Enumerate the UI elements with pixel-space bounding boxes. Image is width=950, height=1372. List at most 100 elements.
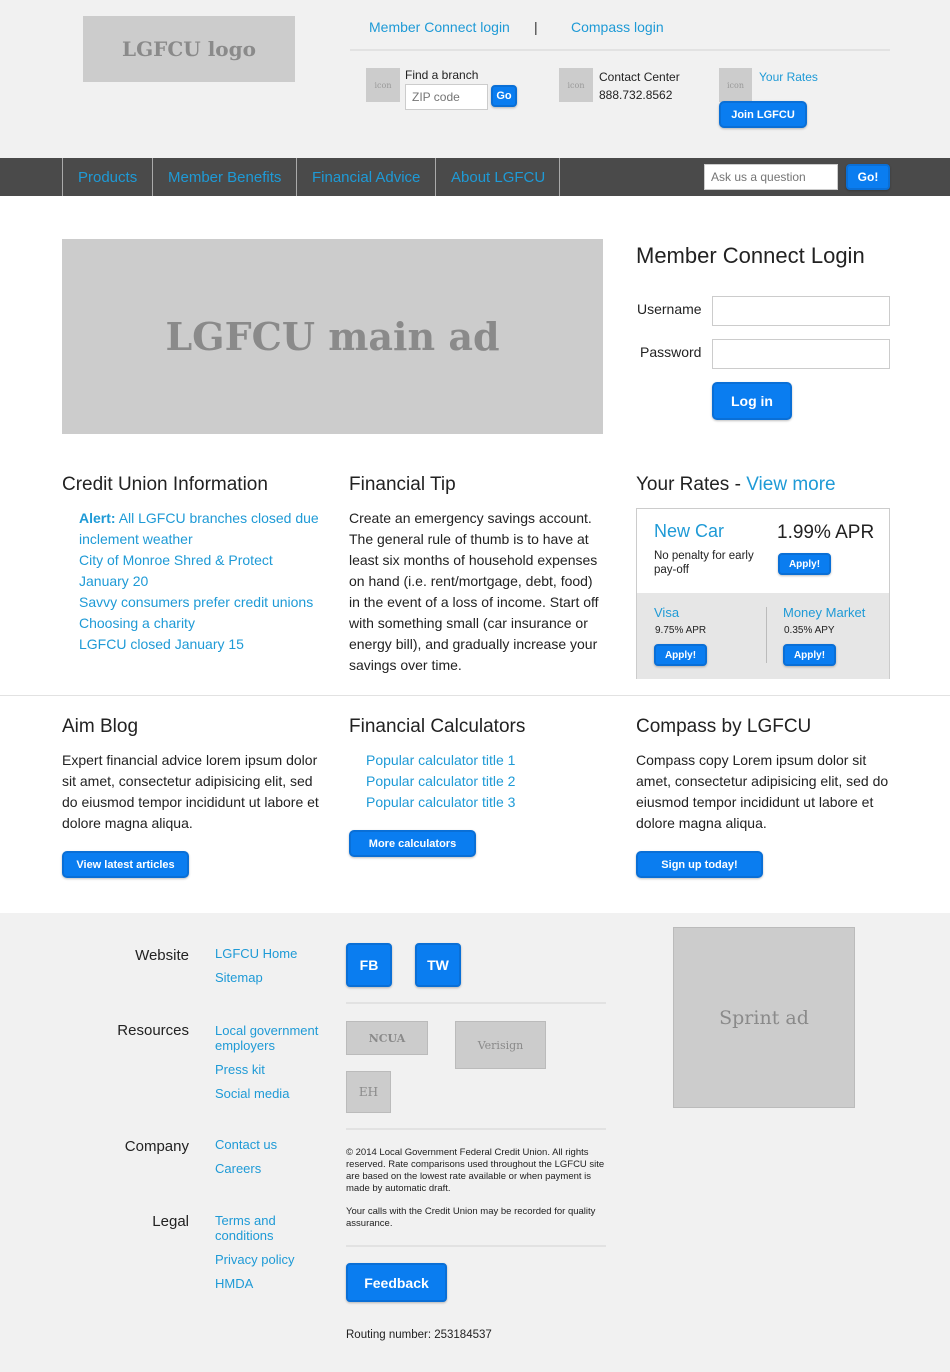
footer-link-terms[interactable]: Terms and conditions: [215, 1213, 300, 1243]
footer-link-social-media[interactable]: Social media: [215, 1086, 325, 1101]
branch-icon: icon: [366, 68, 400, 102]
credit-union-info-title: Credit Union Information: [62, 474, 268, 495]
sprint-ad[interactable]: Sprint ad: [673, 927, 855, 1108]
footer-link-press-kit[interactable]: Press kit: [215, 1062, 325, 1077]
nav-products[interactable]: Products: [62, 158, 153, 196]
main-ad-text: LGFCU main ad: [165, 314, 500, 359]
footer-rule: [346, 1128, 606, 1130]
verisign-badge: Verisign: [455, 1021, 546, 1069]
more-calculators-button[interactable]: More calculators: [349, 830, 476, 857]
footer-link-sitemap[interactable]: Sitemap: [215, 970, 325, 985]
rates-icon: icon: [719, 68, 752, 102]
nav-member-benefits[interactable]: Member Benefits: [152, 158, 296, 196]
calculators-list: Popular calculator title 1 Popular calcu…: [366, 750, 586, 813]
find-branch-label: Find a branch: [405, 68, 479, 82]
news-link[interactable]: Savvy consumers prefer credit unions: [79, 592, 319, 613]
featured-rate-value: 1.99% APR: [777, 522, 875, 543]
username-field[interactable]: [712, 296, 890, 326]
equal-housing-badge: EH: [346, 1071, 391, 1113]
lgfcu-logo[interactable]: LGFCU logo: [83, 16, 295, 82]
footer-link-hmda[interactable]: HMDA: [215, 1276, 300, 1291]
footer-rule: [346, 1245, 606, 1247]
rates-card: New Car 1.99% APR No penalty for early p…: [636, 508, 890, 679]
top-login-links: Member Connect login | Compass login: [350, 18, 890, 51]
compass-text: Compass copy Lorem ipsum dolor sit amet,…: [636, 752, 889, 831]
money-market-rate-value: 0.35% APY: [784, 625, 835, 636]
calls-recorded-note: Your calls with the Credit Union may be …: [346, 1206, 596, 1229]
routing-number: Routing number: 253184537: [346, 1329, 492, 1341]
feedback-button[interactable]: Feedback: [346, 1263, 447, 1302]
aim-blog-text: Expert financial advice lorem ipsum dolo…: [62, 752, 319, 831]
calculator-link[interactable]: Popular calculator title 1: [366, 750, 586, 771]
visa-rate-name[interactable]: Visa: [654, 605, 679, 620]
site-footer: Website LGFCU Home Sitemap Resources Loc…: [0, 913, 950, 1372]
sprint-ad-text: Sprint ad: [719, 1006, 809, 1029]
sign-up-today-button[interactable]: Sign up today!: [636, 851, 763, 878]
credit-union-news-list: Alert: All LGFCU branches closed due inc…: [79, 508, 319, 655]
nav-about-lgfcu[interactable]: About LGFCU: [435, 158, 559, 196]
nav-financial-advice[interactable]: Financial Advice: [296, 158, 435, 196]
twitter-button[interactable]: TW: [415, 943, 461, 987]
footer-link-careers[interactable]: Careers: [215, 1161, 325, 1176]
footer-link-home[interactable]: LGFCU Home: [215, 946, 325, 961]
verisign-badge-text: Verisign: [477, 1038, 524, 1052]
calculator-link[interactable]: Popular calculator title 2: [366, 771, 586, 792]
copyright-text: © 2014 Local Government Federal Credit U…: [346, 1147, 605, 1194]
ask-go-button[interactable]: Go!: [846, 164, 890, 190]
phone-icon: icon: [559, 68, 593, 102]
footer-legal-links: Terms and conditions Privacy policy HMDA: [215, 1213, 300, 1291]
footer-link-contact[interactable]: Contact us: [215, 1137, 325, 1152]
apply-money-market-button[interactable]: Apply!: [783, 644, 836, 666]
compass-title: Compass by LGFCU: [636, 716, 812, 737]
secondary-rates: Visa 9.75% APR Apply! Money Market 0.35%…: [637, 593, 889, 679]
zip-code-input[interactable]: [405, 84, 488, 110]
money-market-rate-name[interactable]: Money Market: [783, 605, 865, 620]
username-label: Username: [637, 301, 702, 317]
password-label: Password: [640, 344, 702, 360]
footer-rule: [346, 1002, 606, 1004]
main-ad-banner[interactable]: LGFCU main ad: [62, 239, 603, 434]
financial-tip-title: Financial Tip: [349, 474, 456, 495]
rates-divider: [766, 607, 767, 663]
visa-rate-value: 9.75% APR: [655, 625, 707, 636]
footer-link-employers[interactable]: Local government employers: [215, 1023, 325, 1053]
logo-placeholder-text: LGFCU logo: [122, 37, 256, 61]
apply-new-car-button[interactable]: Apply!: [778, 553, 831, 575]
featured-rate-note: No penalty for early pay-off: [654, 550, 754, 576]
join-lgfcu-button[interactable]: Join LGFCU: [719, 101, 807, 128]
featured-rate-name[interactable]: New Car: [654, 521, 724, 542]
list-item[interactable]: Alert: All LGFCU branches closed due inc…: [79, 508, 319, 550]
eh-badge-text: EH: [358, 1085, 379, 1099]
footer-resources-links: Local government employers Press kit Soc…: [215, 1023, 325, 1101]
ask-question-input[interactable]: [704, 164, 838, 190]
zip-go-button[interactable]: Go: [491, 85, 517, 107]
ncua-badge-text: NCUA: [368, 1031, 406, 1045]
calculators-title: Financial Calculators: [349, 716, 526, 737]
financial-tip-text: Create an emergency savings account. The…: [349, 510, 599, 673]
news-link[interactable]: City of Monroe Shred & Protect January 2…: [79, 550, 319, 592]
view-more-rates-link[interactable]: View more: [746, 474, 835, 495]
link-separator: |: [534, 19, 538, 35]
login-button[interactable]: Log in: [712, 382, 792, 420]
news-link[interactable]: Choosing a charity: [79, 613, 319, 634]
apply-visa-button[interactable]: Apply!: [654, 644, 707, 666]
member-connect-login-link[interactable]: Member Connect login: [369, 19, 510, 35]
nav-divider: [559, 158, 560, 196]
ncua-badge: NCUA: [346, 1021, 428, 1055]
footer-company-heading: Company: [124, 1138, 189, 1155]
view-latest-articles-button[interactable]: View latest articles: [62, 851, 189, 878]
compass-login-link[interactable]: Compass login: [571, 19, 664, 35]
rates-title-text: Your Rates -: [636, 474, 741, 495]
alert-prefix: Alert:: [79, 510, 116, 526]
calculator-link[interactable]: Popular calculator title 3: [366, 792, 586, 813]
footer-link-privacy[interactable]: Privacy policy: [215, 1252, 300, 1267]
your-rates-link[interactable]: Your Rates: [759, 70, 818, 84]
rates-title: Your Rates - View more: [636, 474, 836, 496]
featured-rate: New Car 1.99% APR No penalty for early p…: [637, 509, 889, 593]
news-link[interactable]: LGFCU closed January 15: [79, 634, 319, 655]
login-title: Member Connect Login: [636, 243, 865, 268]
footer-legal-heading: Legal: [152, 1213, 189, 1230]
footer-company-links: Contact us Careers: [215, 1137, 325, 1176]
facebook-button[interactable]: FB: [346, 943, 392, 987]
password-field[interactable]: [712, 339, 890, 369]
